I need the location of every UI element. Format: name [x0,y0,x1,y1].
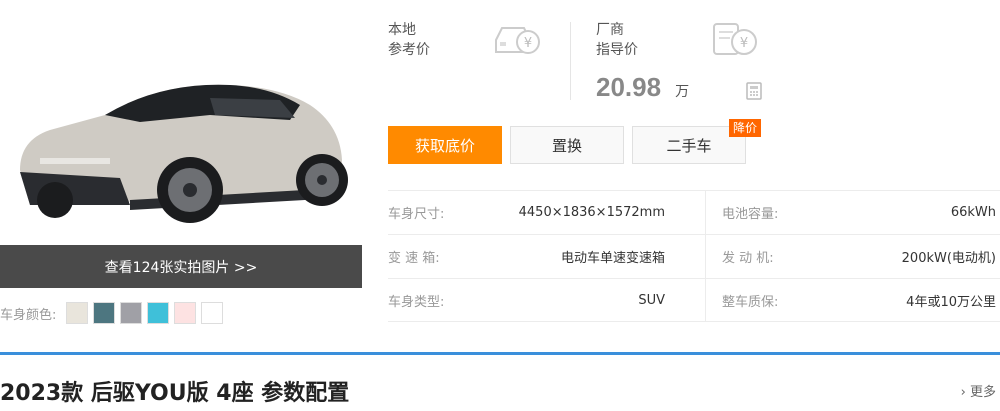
used-car-button[interactable]: 二手车 降价 [632,119,761,164]
spec-key: 车身尺寸: [388,207,445,222]
more-link[interactable]: › 更多 [961,381,996,400]
spec-key: 电池容量: [722,207,779,222]
svg-text:¥: ¥ [524,36,532,51]
spec-key: 发 动 机: [722,251,774,266]
spec-value: 电动车单速变速箱 [560,251,665,266]
spec-value: 66kWh [950,205,996,220]
spec-value: 200kW(电动机) [901,251,996,266]
spec-table: 车身尺寸: 4450×1836×1572mm 电池容量: 66kWh 变 速 箱… [388,190,1000,322]
car-money-icon[interactable]: ¥ [492,20,542,62]
color-swatch-6[interactable] [201,302,224,324]
guide-price-unit: 万 [675,84,690,100]
section-title: 2023款 后驱YOU版 4座 参数配置 [0,381,350,406]
spec-row: 变 速 箱: 电动车单速变速箱 发 动 机: 200kW(电动机) [388,234,1000,278]
car-photo[interactable] [0,0,362,245]
color-swatch-5[interactable] [174,302,197,324]
price-drop-badge: 降价 [728,119,761,137]
color-swatch-4[interactable] [147,302,170,324]
guide-price-value: 20.98 [596,72,662,102]
view-photos-label: 查看124张实拍图片 >> [104,259,258,276]
spec-key: 车身类型: [388,294,445,310]
color-swatch-1[interactable] [66,302,89,324]
spec-key: 变 速 箱: [388,251,440,266]
car-gallery: 查看124张实拍图片 >> [0,0,362,290]
spec-value: 4年或10万公里 [906,294,996,310]
color-swatch-3[interactable] [120,302,143,324]
color-selector: 车身颜色: [0,300,228,326]
color-swatch-2[interactable] [93,302,116,324]
view-photos-link[interactable]: 查看124张实拍图片 >> [0,245,362,288]
guide-price: 20.98 万 [596,72,689,103]
trade-in-button[interactable]: 置换 [510,126,624,164]
price-divider [570,22,571,100]
price-area: 本地 参考价 ¥ 厂商 指导价 ¥ 20.98 万 [388,18,1000,108]
colors-label: 车身颜色: [0,307,57,323]
local-price-label: 本地 参考价 [388,22,430,58]
get-lowest-price-button[interactable]: 获取底价 [388,126,502,164]
calculator-icon[interactable] [746,82,762,104]
document-money-icon[interactable]: ¥ [708,20,760,62]
maker-price-label: 厂商 指导价 [596,22,638,58]
action-buttons: 获取底价 置换 二手车 降价 [388,119,761,164]
config-section-header: 2023款 后驱YOU版 4座 参数配置 › 更多 [0,352,1000,411]
spec-key: 整车质保: [722,294,779,310]
spec-value: 4450×1836×1572mm [518,205,665,220]
spec-row: 车身类型: SUV 整车质保: 4年或10万公里 [388,278,1000,322]
car-image [20,84,348,223]
svg-text:¥: ¥ [740,36,748,51]
spec-row: 车身尺寸: 4450×1836×1572mm 电池容量: 66kWh [388,190,1000,234]
spec-value: SUV [638,292,665,308]
